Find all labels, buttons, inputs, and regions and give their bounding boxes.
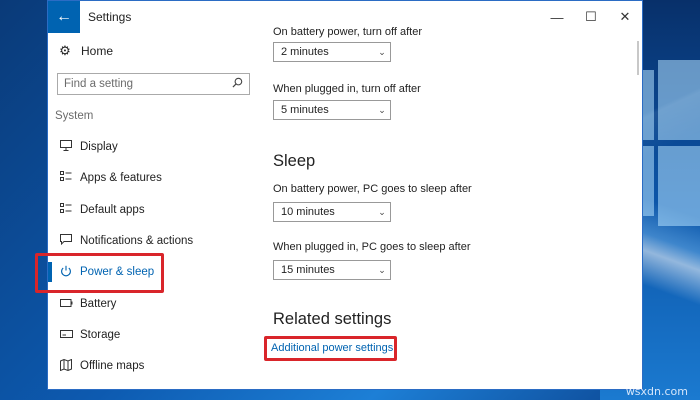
- sidebar-item-label: Default apps: [80, 204, 145, 216]
- minimize-icon: —: [550, 9, 564, 25]
- sidebar-item-storage[interactable]: Storage: [48, 322, 248, 348]
- sidebar-item-default-apps[interactable]: Default apps: [48, 197, 248, 223]
- window-controls: — ☐ ✕: [540, 1, 642, 33]
- chevron-down-icon: ⌄: [378, 104, 386, 115]
- search-icon: [232, 77, 243, 91]
- minimize-button[interactable]: —: [540, 1, 574, 33]
- related-settings-heading: Related settings: [273, 310, 392, 328]
- maximize-icon: ☐: [585, 9, 597, 24]
- sidebar-item-label: Apps & features: [80, 172, 162, 184]
- sleep-battery-label: On battery power, PC goes to sleep after: [273, 183, 472, 195]
- sidebar-item-label: Display: [80, 141, 118, 153]
- sleep-plugged-label: When plugged in, PC goes to sleep after: [273, 241, 471, 253]
- maximize-button[interactable]: ☐: [574, 1, 608, 33]
- windows-logo-pane: [658, 146, 700, 226]
- apps-icon: [58, 171, 74, 185]
- back-button[interactable]: ←: [48, 1, 80, 33]
- default-apps-icon: [58, 203, 74, 217]
- map-icon: [58, 358, 74, 374]
- highlight-box-power-link: [264, 336, 397, 361]
- sidebar-item-battery[interactable]: Battery: [48, 291, 248, 317]
- gear-icon: ⚙: [59, 43, 71, 58]
- sleep-heading: Sleep: [273, 152, 316, 170]
- dropdown-value: 15 minutes: [281, 264, 335, 276]
- home-label: Home: [81, 44, 114, 58]
- watermark: wsxdn.com: [625, 385, 688, 398]
- scrollbar[interactable]: [637, 41, 639, 75]
- screen-plugged-label: When plugged in, turn off after: [273, 83, 421, 95]
- sidebar-item-label: Battery: [80, 298, 117, 310]
- screen-battery-dropdown[interactable]: 2 minutes ⌄: [273, 42, 391, 62]
- sidebar: ⚙ Home Find a setting System Display App…: [48, 33, 263, 389]
- dropdown-value: 10 minutes: [281, 206, 335, 218]
- dropdown-value: 2 minutes: [281, 46, 329, 58]
- sidebar-item-offline-maps[interactable]: Offline maps: [48, 353, 248, 379]
- storage-icon: [58, 329, 74, 341]
- home-nav-item[interactable]: ⚙ Home: [56, 43, 113, 59]
- sidebar-item-label: Offline maps: [80, 360, 145, 372]
- sidebar-item-notifications[interactable]: Notifications & actions: [48, 228, 248, 254]
- sidebar-item-label: Notifications & actions: [80, 235, 194, 247]
- battery-icon: [58, 298, 74, 310]
- highlight-box-power-sleep: [35, 253, 164, 293]
- notifications-icon: [58, 234, 74, 248]
- back-arrow-icon: ←: [56, 8, 72, 25]
- chevron-down-icon: ⌄: [378, 46, 386, 57]
- dropdown-value: 5 minutes: [281, 104, 329, 116]
- search-placeholder: Find a setting: [64, 78, 134, 90]
- settings-window: ← Settings — ☐ ✕ ⚙ Home Find a setting S…: [47, 0, 643, 390]
- close-button[interactable]: ✕: [608, 1, 642, 33]
- display-icon: [58, 140, 74, 154]
- search-input[interactable]: Find a setting: [57, 73, 250, 95]
- section-label-system: System: [55, 110, 94, 122]
- sleep-battery-dropdown[interactable]: 10 minutes ⌄: [273, 202, 391, 222]
- sidebar-item-display[interactable]: Display: [48, 134, 248, 160]
- window-title: Settings: [88, 10, 132, 24]
- sidebar-item-apps-features[interactable]: Apps & features: [48, 165, 248, 191]
- windows-logo-pane: [658, 60, 700, 140]
- sidebar-item-label: Storage: [80, 329, 121, 341]
- chevron-down-icon: ⌄: [378, 206, 386, 217]
- sleep-plugged-dropdown[interactable]: 15 minutes ⌄: [273, 260, 391, 280]
- screen-plugged-dropdown[interactable]: 5 minutes ⌄: [273, 100, 391, 120]
- close-icon: ✕: [619, 9, 631, 24]
- chevron-down-icon: ⌄: [378, 264, 386, 275]
- screen-battery-label: On battery power, turn off after: [273, 26, 422, 38]
